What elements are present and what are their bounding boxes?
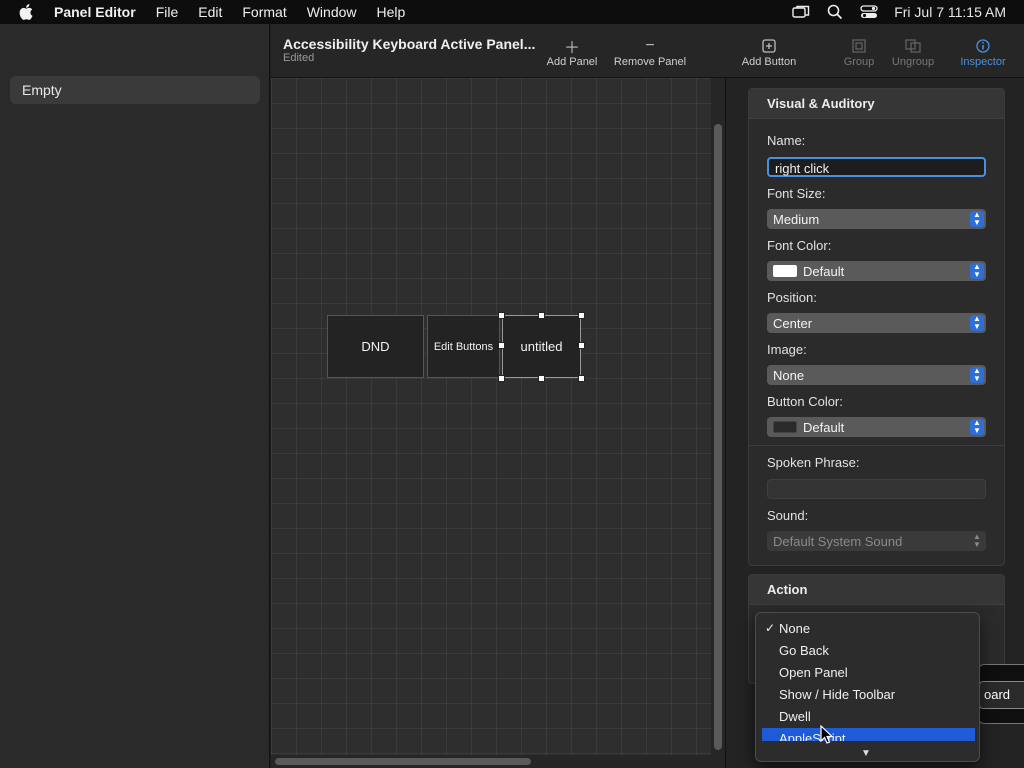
canvas-vertical-scrollbar[interactable] — [711, 78, 725, 755]
group-label: Group — [843, 56, 875, 68]
updown-chevron-icon: ▲ ▼ — [970, 367, 984, 383]
menu-item-go-back[interactable]: Go Back — [762, 640, 975, 662]
menu-bar: Panel Editor File Edit Format Window Hel… — [0, 0, 1024, 24]
menu-window[interactable]: Window — [297, 4, 367, 20]
panel-preview-button[interactable]: oard — [978, 664, 1024, 724]
mouse-pointer-icon — [820, 725, 834, 744]
image-popup[interactable]: None ▲ ▼ — [767, 365, 986, 385]
name-label: Name: — [767, 133, 806, 148]
updown-chevron-icon: ▲ ▼ — [973, 532, 981, 549]
remove-panel-label: Remove Panel — [613, 56, 687, 68]
image-value: None — [773, 367, 805, 383]
plus-icon: ＋ — [563, 40, 580, 57]
menu-item-label: None — [779, 621, 811, 636]
document-status: Edited — [283, 52, 315, 64]
group-icon — [839, 36, 879, 56]
image-label: Image: — [767, 342, 807, 357]
remove-panel-button[interactable]: − Remove Panel — [611, 36, 689, 68]
panel-button-dnd[interactable]: DND — [327, 315, 424, 378]
add-button-icon — [737, 36, 801, 56]
panel-button-edit-buttons[interactable]: Edit Buttons — [427, 315, 500, 378]
menu-format[interactable]: Format — [232, 4, 296, 20]
button-color-popup[interactable]: Default ▲ ▼ — [767, 417, 986, 437]
position-popup[interactable]: Center ▲ ▼ — [767, 313, 986, 333]
menu-item-open-panel[interactable]: Open Panel — [762, 662, 975, 684]
menu-app-name[interactable]: Panel Editor — [52, 4, 146, 20]
scroll-thumb[interactable] — [714, 124, 722, 750]
checkmark-icon: ✓ — [765, 621, 776, 635]
menu-edit[interactable]: Edit — [188, 4, 232, 20]
position-value: Center — [773, 315, 813, 331]
group-button[interactable]: Group — [839, 36, 879, 68]
ungroup-label: Ungroup — [891, 56, 935, 68]
font-size-label: Font Size: — [767, 186, 826, 201]
panel-button-untitled[interactable]: untitled — [502, 315, 581, 378]
menu-file[interactable]: File — [146, 4, 189, 20]
section-header[interactable]: Action — [749, 575, 1004, 605]
menu-item-dwell[interactable]: Dwell — [762, 706, 975, 728]
menu-item-show-hide-toolbar[interactable]: Show / Hide Toolbar — [762, 684, 975, 706]
resize-handle[interactable] — [498, 375, 505, 382]
scroll-thumb[interactable] — [275, 758, 531, 765]
apple-menu[interactable] — [0, 4, 52, 20]
panel-preview-button-label: oard — [979, 681, 1024, 709]
font-color-value: Default — [803, 263, 845, 279]
apple-icon — [19, 4, 33, 20]
font-color-swatch — [773, 265, 797, 277]
updown-chevron-icon: ▲ ▼ — [970, 315, 984, 331]
button-color-swatch — [773, 421, 797, 433]
screen-mirroring-icon[interactable] — [784, 5, 818, 19]
search-icon[interactable] — [818, 4, 852, 20]
visual-auditory-section: Visual & Auditory Name: right click Font… — [748, 88, 1005, 566]
button-color-value: Default — [803, 419, 845, 435]
divider — [749, 445, 1004, 446]
add-button-label: Add Button — [741, 56, 797, 68]
control-center-icon[interactable] — [852, 5, 886, 19]
menu-item-applescript[interactable]: AppleScript — [762, 728, 975, 741]
font-size-popup[interactable]: Medium ▲ ▼ — [767, 209, 986, 229]
scroll-down-chevron-icon[interactable]: ▼ — [861, 748, 871, 759]
menu-item-none[interactable]: ✓ None — [762, 618, 975, 640]
resize-handle[interactable] — [538, 312, 545, 319]
resize-handle[interactable] — [578, 312, 585, 319]
resize-handle[interactable] — [578, 342, 585, 349]
ungroup-icon — [887, 36, 939, 56]
action-dropdown-menu: ✓ None Go Back Open Panel Show / Hide To… — [755, 612, 980, 762]
updown-chevron-icon: ▲ ▼ — [970, 263, 984, 279]
ungroup-button[interactable]: Ungroup — [887, 36, 939, 68]
font-size-value: Medium — [773, 211, 820, 227]
canvas-horizontal-scrollbar[interactable] — [271, 755, 725, 768]
inspector-button[interactable]: Inspector — [955, 36, 1011, 68]
sound-value: Default System Sound — [773, 533, 903, 549]
font-color-label: Font Color: — [767, 238, 832, 253]
minus-icon: − — [645, 37, 655, 54]
position-label: Position: — [767, 290, 817, 305]
font-color-popup[interactable]: Default ▲ ▼ — [767, 261, 986, 281]
resize-handle[interactable] — [578, 375, 585, 382]
toolbar: Accessibility Keyboard Active Panel... E… — [271, 24, 1024, 78]
resize-handle[interactable] — [498, 342, 505, 349]
resize-handle[interactable] — [498, 312, 505, 319]
updown-chevron-icon: ▲ ▼ — [970, 419, 984, 435]
menu-help[interactable]: Help — [367, 4, 416, 20]
sound-label: Sound: — [767, 508, 809, 523]
inspector-label: Inspector — [960, 56, 1006, 68]
panel-canvas[interactable] — [271, 78, 711, 755]
sound-popup[interactable]: Default System Sound ▲ ▼ — [767, 531, 986, 551]
add-panel-label: Add Panel — [546, 56, 598, 68]
resize-handle[interactable] — [538, 375, 545, 382]
panel-list-sidebar: Empty — [0, 24, 270, 768]
add-panel-button[interactable]: ＋ Add Panel — [543, 36, 601, 68]
document-title: Accessibility Keyboard Active Panel... — [283, 36, 536, 52]
spoken-phrase-label: Spoken Phrase: — [767, 455, 860, 470]
add-button-button[interactable]: Add Button — [737, 36, 801, 68]
updown-chevron-icon: ▲ ▼ — [970, 211, 984, 227]
section-header[interactable]: Visual & Auditory — [749, 89, 1004, 119]
sidebar-item-empty[interactable]: Empty — [10, 76, 260, 104]
info-icon — [955, 36, 1011, 56]
button-color-label: Button Color: — [767, 394, 843, 409]
name-field[interactable]: right click — [767, 157, 986, 177]
spoken-phrase-field[interactable] — [767, 479, 986, 499]
menu-clock[interactable]: Fri Jul 7 11:15 AM — [886, 4, 1024, 20]
